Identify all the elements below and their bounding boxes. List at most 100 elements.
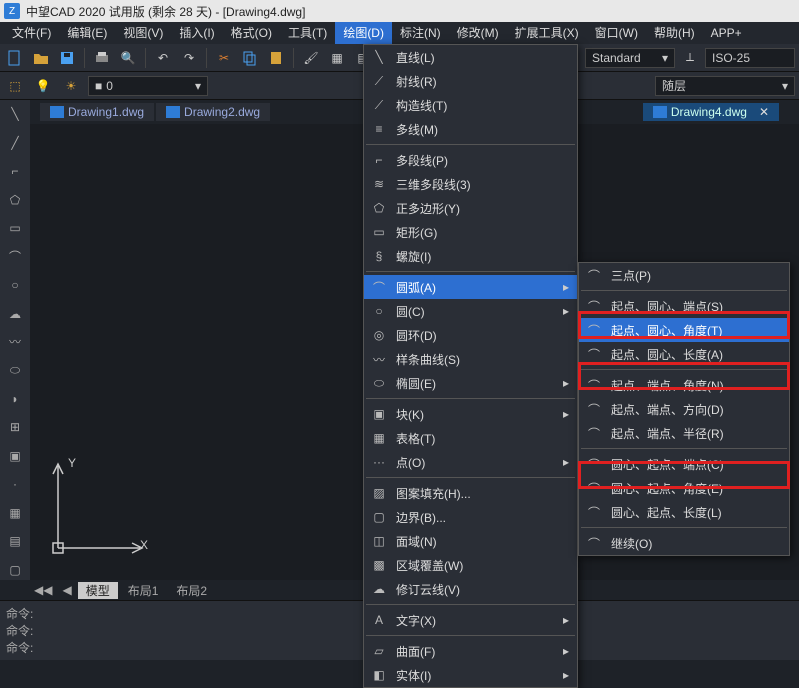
ellipse-tool-icon[interactable]: ⬭ [4, 360, 26, 380]
menu-10[interactable]: 窗口(W) [587, 22, 646, 44]
menu-item[interactable]: ≡多线(M) [364, 117, 577, 141]
dim-style-combo[interactable]: ISO-25 [705, 48, 795, 68]
layer-manager-icon[interactable]: ⬚ [4, 75, 26, 97]
menu-item-label: 起点、圆心、长度(A) [611, 346, 723, 363]
menu-item[interactable]: ⟋构造线(T) [364, 93, 577, 117]
open-icon[interactable] [30, 47, 52, 69]
menu-12[interactable]: APP+ [703, 22, 750, 44]
menu-2[interactable]: 视图(V) [115, 22, 171, 44]
menu-0[interactable]: 文件(F) [4, 22, 59, 44]
menu-item[interactable]: ⌒圆心、起点、长度(L) [579, 500, 789, 524]
menu-item-label: 曲面(F) [396, 643, 435, 660]
menu-item[interactable]: ⌒起点、圆心、长度(A) [579, 342, 789, 366]
insert-block-tool-icon[interactable]: ⊞ [4, 417, 26, 437]
cut-icon[interactable]: ✂ [213, 47, 235, 69]
new-icon[interactable] [4, 47, 26, 69]
polygon-tool-icon[interactable]: ⬠ [4, 189, 26, 209]
menu-item[interactable]: ◧实体(I)▸ [364, 663, 577, 687]
menu-9[interactable]: 扩展工具(X) [507, 22, 587, 44]
menu-item[interactable]: ⌒三点(P) [579, 263, 789, 287]
layout-tab[interactable]: 布局1 [120, 582, 167, 599]
menu-item[interactable]: ⌒起点、端点、角度(N) [579, 373, 789, 397]
menu-item[interactable]: A文字(X)▸ [364, 608, 577, 632]
menu-item[interactable]: ▣块(K)▸ [364, 402, 577, 426]
copy-icon[interactable] [239, 47, 261, 69]
menu-item[interactable]: ☁修订云线(V) [364, 577, 577, 601]
menu-5[interactable]: 工具(T) [280, 22, 335, 44]
text-style-combo[interactable]: Standard▾ [585, 48, 675, 68]
donut-icon: ◎ [370, 326, 388, 344]
menu-item[interactable]: ···点(O)▸ [364, 450, 577, 474]
layout-tab[interactable]: 布局2 [168, 582, 215, 599]
menu-item[interactable]: 〰样条曲线(S) [364, 347, 577, 371]
menu-item[interactable]: ▦表格(T) [364, 426, 577, 450]
menu-item[interactable]: ◎圆环(D) [364, 323, 577, 347]
menu-1[interactable]: 编辑(E) [59, 22, 115, 44]
undo-icon[interactable]: ↶ [152, 47, 174, 69]
doc-tab[interactable]: Drawing2.dwg [156, 103, 270, 121]
save-icon[interactable] [56, 47, 78, 69]
menu-6[interactable]: 绘图(D) [335, 22, 392, 44]
menu-item[interactable]: ⌒起点、端点、方向(D) [579, 397, 789, 421]
dim-icon[interactable]: ⟂ [679, 47, 701, 69]
block-icon: ▣ [370, 405, 388, 423]
doc-tab[interactable]: Drawing1.dwg [40, 103, 154, 121]
menu-item[interactable]: ⌒继续(O) [579, 531, 789, 555]
menu-item[interactable]: ⌒起点、圆心、端点(S) [579, 294, 789, 318]
menu-item[interactable]: §螺旋(I) [364, 244, 577, 268]
menu-item[interactable]: ▢边界(B)... [364, 505, 577, 529]
xline-tool-icon[interactable]: ╱ [4, 132, 26, 152]
block-icon[interactable]: ▦ [326, 47, 348, 69]
menu-item[interactable]: ⌒圆弧(A)▸ [364, 275, 577, 299]
doc-tab[interactable]: Drawing4.dwg✕ [643, 103, 779, 121]
layout-nav[interactable]: ◀ [58, 583, 75, 597]
menu-item[interactable]: ⌒起点、端点、半径(R) [579, 421, 789, 445]
layer-freeze-icon[interactable]: ☀ [60, 75, 82, 97]
menu-item[interactable]: ▱曲面(F)▸ [364, 639, 577, 663]
redo-icon[interactable]: ↷ [178, 47, 200, 69]
paste-icon[interactable] [265, 47, 287, 69]
menu-item[interactable]: ≋三维多段线(3) [364, 172, 577, 196]
rect-tool-icon[interactable]: ▭ [4, 218, 26, 238]
menu-item[interactable]: ◫面域(N) [364, 529, 577, 553]
menu-item[interactable]: ▩区域覆盖(W) [364, 553, 577, 577]
layer-state-icon[interactable]: 💡 [32, 75, 54, 97]
gradient-tool-icon[interactable]: ▤ [4, 531, 26, 551]
menu-8[interactable]: 修改(M) [449, 22, 507, 44]
menu-11[interactable]: 帮助(H) [646, 22, 703, 44]
menu-item[interactable]: ▭矩形(G) [364, 220, 577, 244]
menu-4[interactable]: 格式(O) [223, 22, 280, 44]
make-block-tool-icon[interactable]: ▣ [4, 446, 26, 466]
menu-7[interactable]: 标注(N) [392, 22, 449, 44]
menu-item[interactable]: ○圆(C)▸ [364, 299, 577, 323]
menu-item[interactable]: ▨图案填充(H)... [364, 481, 577, 505]
ellipse-arc-tool-icon[interactable]: ◗ [4, 389, 26, 409]
circle-tool-icon[interactable]: ○ [4, 275, 26, 295]
layout-tab[interactable]: 模型 [78, 582, 118, 599]
arc-tool-icon[interactable]: ⌒ [4, 246, 26, 266]
pline-tool-icon[interactable]: ⌐ [4, 161, 26, 181]
menu-item[interactable]: ⌒起点、圆心、角度(T) [579, 318, 789, 342]
menu-item[interactable]: ⌒圆心、起点、角度(E) [579, 476, 789, 500]
print-preview-icon[interactable]: 🔍 [117, 47, 139, 69]
region-tool-icon[interactable]: ▢ [4, 560, 26, 580]
hatch-tool-icon[interactable]: ▦ [4, 503, 26, 523]
line-tool-icon[interactable]: ╲ [4, 104, 26, 124]
point-tool-icon[interactable]: · [4, 474, 26, 494]
layout-nav[interactable]: ◀◀ [30, 583, 56, 597]
close-tab-icon[interactable]: ✕ [759, 105, 769, 119]
color-combo[interactable]: 随层▾ [655, 76, 795, 96]
menu-item-label: 面域(N) [396, 533, 437, 550]
match-prop-icon[interactable]: 🖌 [300, 47, 322, 69]
menu-item[interactable]: ⬠正多边形(Y) [364, 196, 577, 220]
menu-item[interactable]: ⟋射线(R) [364, 69, 577, 93]
print-icon[interactable] [91, 47, 113, 69]
menu-item[interactable]: ╲直线(L) [364, 45, 577, 69]
menu-item[interactable]: ⌒圆心、起点、端点(C) [579, 452, 789, 476]
revcloud-tool-icon[interactable]: ☁ [4, 303, 26, 323]
menu-item[interactable]: ⬭椭圆(E)▸ [364, 371, 577, 395]
menu-item[interactable]: ⌐多段线(P) [364, 148, 577, 172]
layer-combo[interactable]: ■0▾ [88, 76, 208, 96]
menu-3[interactable]: 插入(I) [171, 22, 222, 44]
spline-tool-icon[interactable]: 〰 [4, 332, 26, 352]
